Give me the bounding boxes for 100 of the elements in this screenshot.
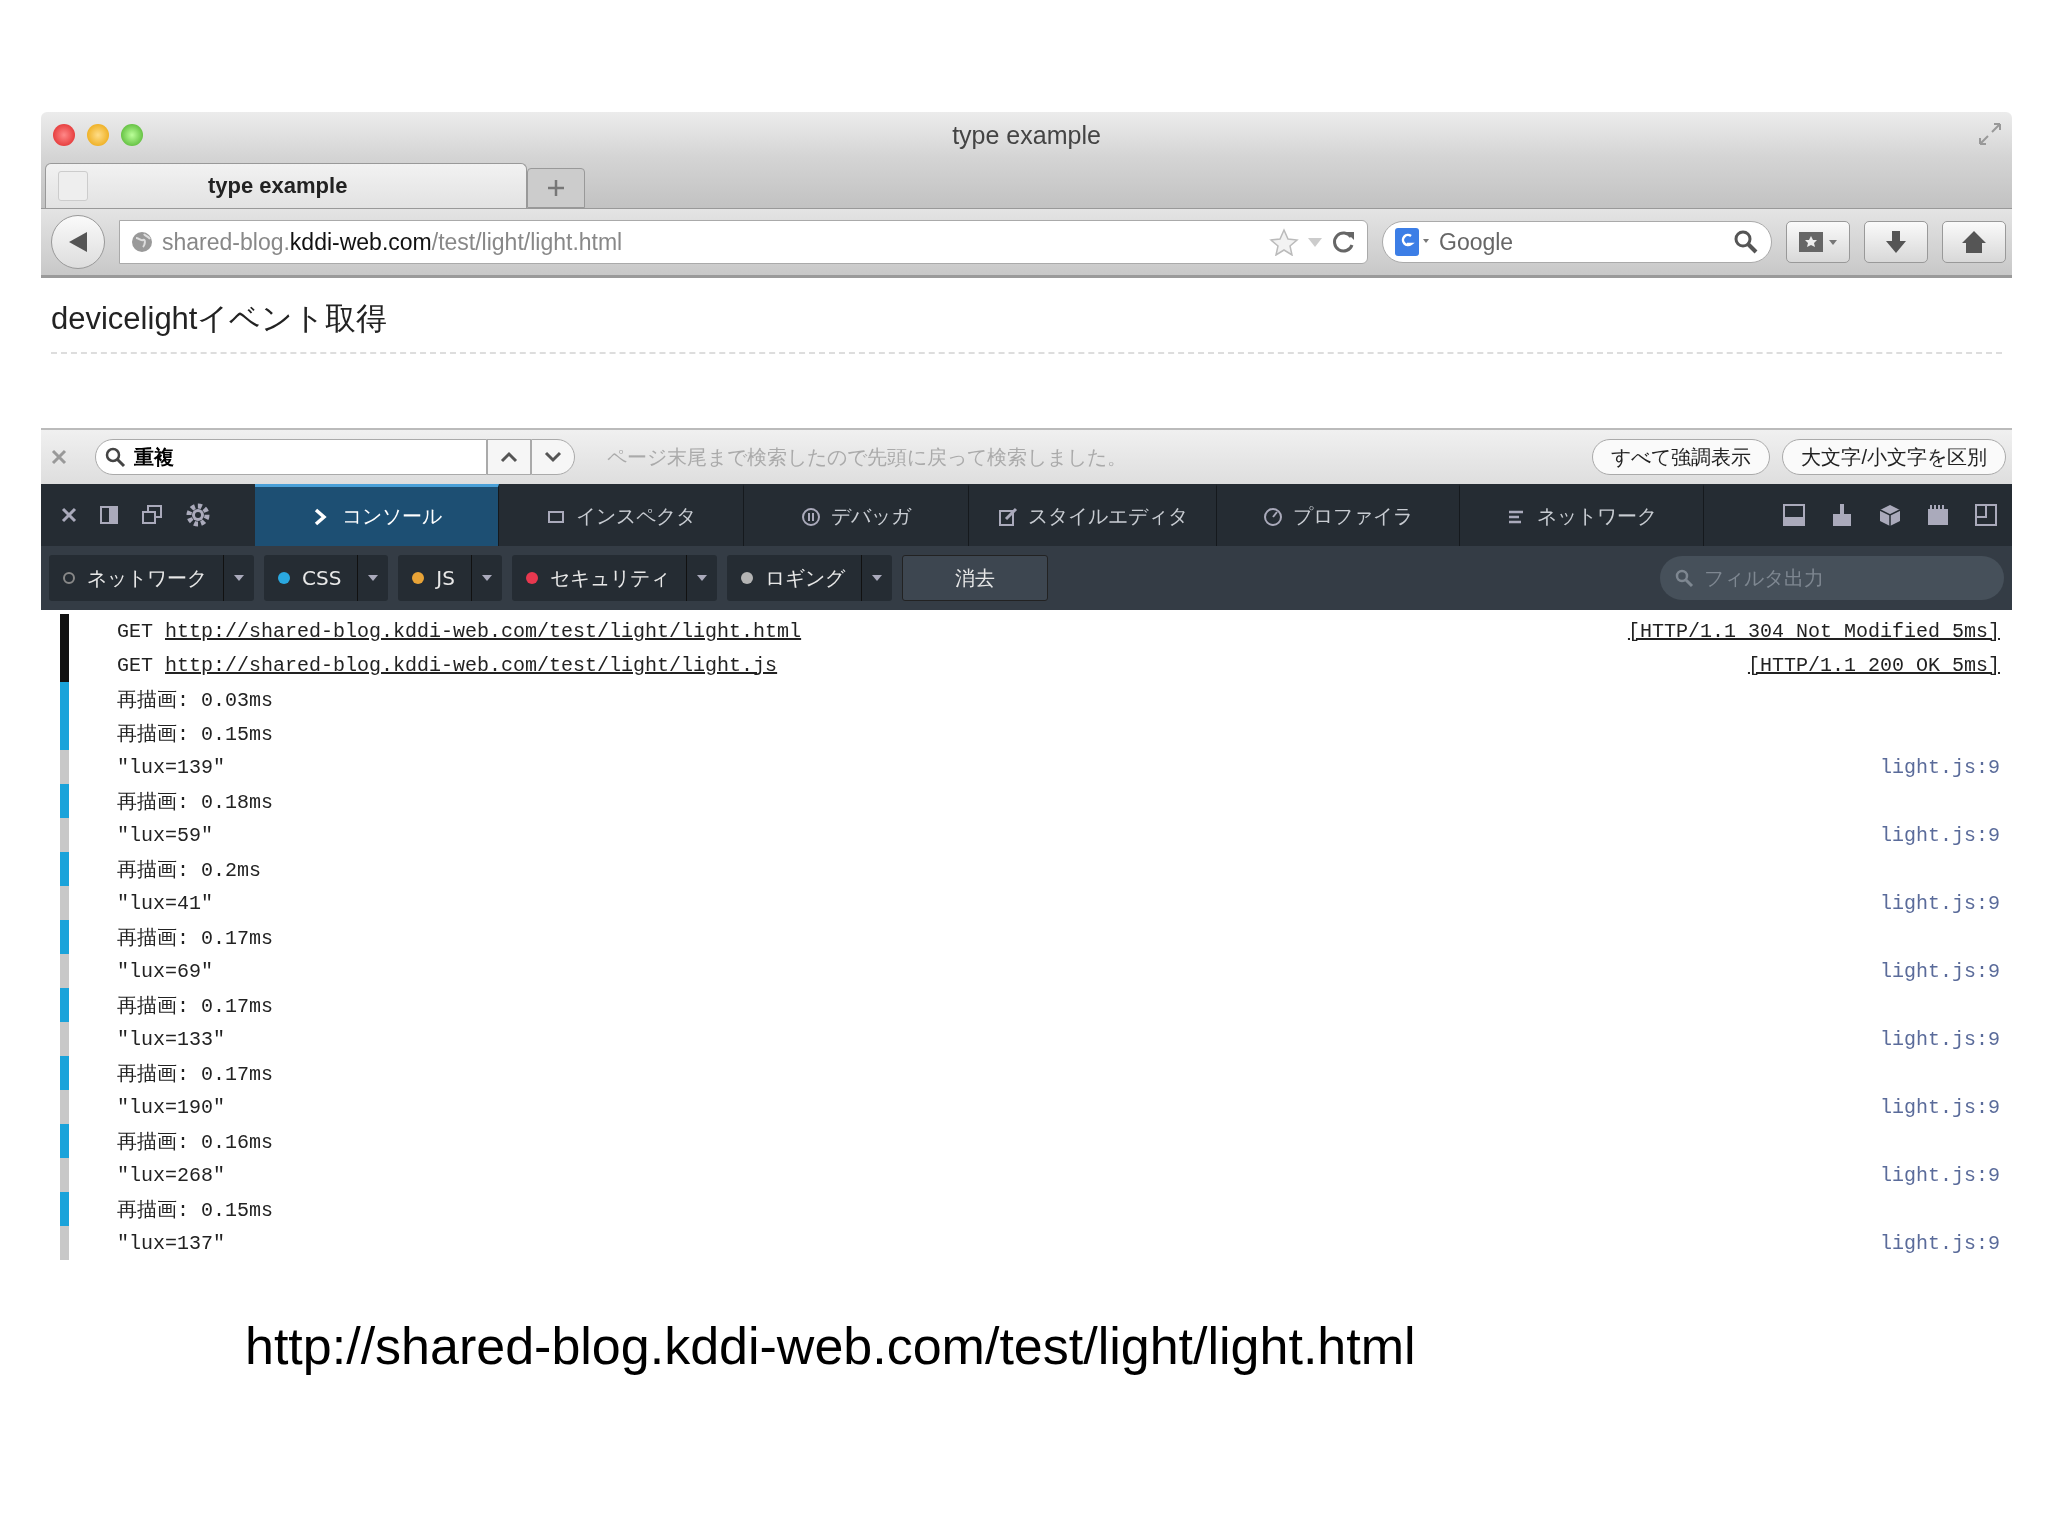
request-method: GET bbox=[117, 653, 153, 677]
close-button[interactable] bbox=[53, 124, 75, 146]
status-link[interactable]: [HTTP/1.1 200 OK 5ms] bbox=[1747, 653, 2000, 677]
message-marker bbox=[60, 1124, 69, 1158]
devtools-tab[interactable]: コンソール bbox=[255, 484, 499, 546]
search-icon bbox=[1674, 568, 1694, 588]
message-marker bbox=[60, 1056, 69, 1090]
url-text: shared-blog.kddi-web.com/test/light/light.html bbox=[162, 228, 624, 256]
next-button[interactable] bbox=[531, 439, 575, 475]
dock-icon[interactable] bbox=[99, 505, 119, 525]
dropdown-icon[interactable] bbox=[480, 574, 493, 582]
request-method: GET bbox=[117, 619, 153, 643]
message-marker bbox=[60, 954, 69, 988]
source-link[interactable]: light.js:9 bbox=[1879, 1163, 2000, 1187]
window-icon[interactable] bbox=[141, 504, 163, 526]
bookmark-star-icon bbox=[1797, 229, 1839, 255]
address-bar[interactable]: shared-blog.kddi-web.com/test/light/light.html bbox=[119, 220, 1368, 264]
console-message: "lux=137" bbox=[117, 1231, 226, 1255]
dropdown-icon[interactable] bbox=[367, 574, 380, 582]
message-marker bbox=[60, 648, 69, 682]
cube-icon[interactable] bbox=[1878, 503, 1902, 527]
plus-icon bbox=[546, 178, 566, 198]
star-icon[interactable] bbox=[1269, 228, 1299, 256]
message-marker bbox=[60, 818, 69, 852]
status-link[interactable]: [HTTP/1.1 304 Not Modified 5ms] bbox=[1627, 619, 2000, 643]
filter-button[interactable]: ロギング bbox=[726, 555, 892, 601]
console-message: 再描画: 0.2ms bbox=[117, 857, 261, 883]
dropdown-icon[interactable] bbox=[233, 574, 245, 582]
console-message: 再描画: 0.15ms bbox=[117, 721, 273, 747]
source-link[interactable]: light.js:9 bbox=[1879, 1027, 2000, 1051]
new-tab-button[interactable] bbox=[527, 168, 585, 208]
console-message: 再描画: 0.17ms bbox=[117, 1061, 273, 1087]
edit-icon bbox=[997, 506, 1018, 527]
find-option-button[interactable]: すべて強調表示 bbox=[1592, 439, 1771, 475]
settings-icon[interactable] bbox=[185, 502, 211, 528]
search-engine-icon[interactable] bbox=[1395, 227, 1429, 257]
source-link[interactable]: light.js:9 bbox=[1879, 1095, 2000, 1119]
message-marker bbox=[60, 784, 69, 818]
tab-icon bbox=[58, 171, 88, 201]
search-bar[interactable]: Google bbox=[1382, 221, 1772, 263]
source-link[interactable]: light.js:9 bbox=[1879, 959, 2000, 983]
console-message: "lux=268" bbox=[117, 1163, 226, 1187]
back-button[interactable] bbox=[51, 215, 105, 269]
console-message: 再描画: 0.16ms bbox=[117, 1129, 273, 1155]
find-box[interactable]: 重複 bbox=[95, 439, 487, 475]
message-marker bbox=[60, 1226, 69, 1260]
message-marker bbox=[60, 1192, 69, 1226]
home-icon bbox=[1960, 229, 1988, 255]
back-arrow-icon bbox=[67, 230, 89, 254]
message-marker bbox=[60, 716, 69, 750]
filter-field[interactable]: フィルタ出力 bbox=[1702, 565, 1966, 591]
search-icon bbox=[104, 446, 126, 468]
message-marker bbox=[60, 1158, 69, 1192]
close-icon[interactable] bbox=[61, 507, 77, 523]
console-message: "lux=133" bbox=[117, 1027, 226, 1051]
bookmarks-button[interactable] bbox=[1786, 221, 1850, 263]
console-message: 再描画: 0.15ms bbox=[117, 1197, 273, 1223]
clear-button[interactable]: 消去 bbox=[901, 555, 1048, 601]
message-marker bbox=[60, 920, 69, 954]
split-console-icon[interactable] bbox=[1782, 503, 1806, 527]
globe-icon bbox=[130, 230, 154, 254]
message-marker bbox=[60, 886, 69, 920]
console-message: "lux=190" bbox=[117, 1095, 226, 1119]
filter-box[interactable]: フィルタ出力 bbox=[1660, 556, 2004, 600]
console-message: 再描画: 0.17ms bbox=[117, 993, 273, 1019]
dropdown-icon[interactable] bbox=[870, 574, 883, 582]
console-message: 再描画: 0.17ms bbox=[117, 925, 273, 951]
console-message: "lux=59" bbox=[117, 823, 213, 847]
search-icon[interactable] bbox=[1733, 229, 1759, 255]
console-message: "lux=41" bbox=[117, 891, 213, 915]
previous-button[interactable] bbox=[487, 439, 531, 475]
filter-button[interactable]: セキュリティ bbox=[511, 555, 717, 601]
download-button[interactable] bbox=[1864, 221, 1928, 263]
dropdown-icon[interactable] bbox=[695, 574, 708, 582]
paint-brush-icon[interactable] bbox=[1830, 502, 1854, 528]
filter-button[interactable]: CSS bbox=[264, 555, 389, 601]
pause-icon bbox=[801, 506, 821, 527]
source-link[interactable]: light.js:9 bbox=[1879, 891, 2000, 915]
request-link[interactable]: http://shared-blog.kddi-web.com/test/light/light.html bbox=[165, 619, 802, 643]
request-link[interactable]: http://shared-blog.kddi-web.com/test/light/light.js bbox=[165, 653, 778, 677]
window-title: type example bbox=[952, 120, 1101, 150]
find-option-button[interactable]: 大文字/小文字を区別 bbox=[1782, 439, 2006, 475]
message-marker bbox=[60, 750, 69, 784]
source-link[interactable]: light.js:9 bbox=[1879, 755, 2000, 779]
source-link[interactable]: light.js:9 bbox=[1879, 1231, 2000, 1255]
browser-tab[interactable]: type example bbox=[45, 163, 527, 208]
source-link[interactable]: light.js:9 bbox=[1879, 823, 2000, 847]
message-marker bbox=[60, 682, 69, 716]
home-button[interactable] bbox=[1942, 221, 2006, 263]
layout-icon[interactable] bbox=[1974, 503, 1998, 527]
gauge-icon bbox=[1263, 506, 1283, 527]
message-marker bbox=[60, 988, 69, 1022]
filter-button[interactable]: JS bbox=[398, 555, 502, 601]
filter-button[interactable]: ネットワーク bbox=[49, 555, 254, 601]
message-marker bbox=[60, 852, 69, 886]
download-arrow-icon bbox=[1883, 229, 1909, 255]
search-field[interactable]: Google bbox=[1437, 227, 1725, 257]
reload-icon[interactable] bbox=[1331, 229, 1357, 255]
ruler-icon[interactable] bbox=[1926, 503, 1950, 527]
page-heading: devicelightイベント取得 bbox=[51, 300, 389, 338]
